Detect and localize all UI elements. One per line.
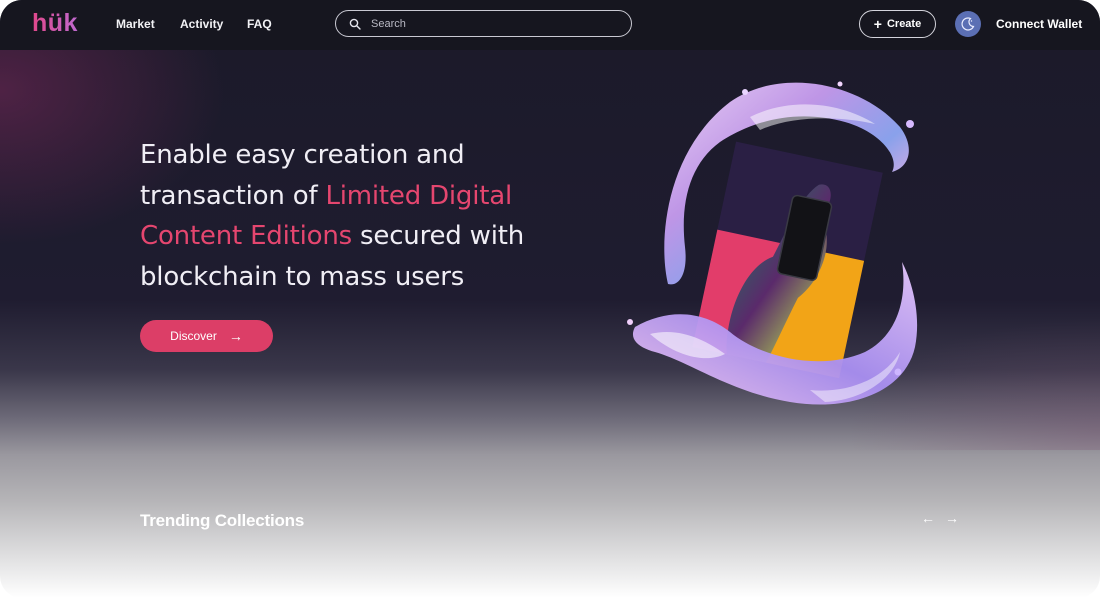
nav-link-faq[interactable]: FAQ [247,17,272,31]
moon-icon [961,17,975,31]
section-title-trending: Trending Collections [140,511,305,530]
hero-artwork [627,81,918,405]
arrow-right-icon[interactable]: → [945,510,959,526]
headline-line-1: Enable easy creation and [140,140,465,170]
arrow-left-icon[interactable]: ← [921,510,935,526]
logo[interactable]: hük [32,9,78,38]
headline-line-4: blockchain to mass users [140,261,465,292]
headline-accent-2: Content Editions [140,221,352,251]
headline-line-2: transaction of [140,180,326,211]
connect-wallet-link[interactable]: Connect Wallet [996,17,1082,31]
carousel-controls: ← → [921,510,959,526]
headline-accent-1: Limited Digital [325,180,513,211]
search-input[interactable] [369,16,613,31]
discover-button-label: Discover [170,329,217,343]
search-bar[interactable] [335,10,632,37]
create-button-label: Create [886,18,922,30]
top-nav: hük Market Activity FAQ + Create Connect… [0,0,1100,50]
nav-link-market[interactable]: Market [116,17,155,31]
nav-link-activity[interactable]: Activity [180,17,223,31]
arrow-right-icon: → [228,328,243,344]
hero-headline: Enable easy creation and transaction of … [140,135,560,297]
page-frame: hük Market Activity FAQ + Create Connect… [0,0,1100,598]
discover-button[interactable]: Discover → [140,320,273,352]
create-button[interactable]: + Create [859,10,936,38]
avatar[interactable] [955,11,981,37]
headline-line-3: secured with [351,221,525,251]
search-icon [349,18,361,30]
plus-icon: + [873,16,882,32]
